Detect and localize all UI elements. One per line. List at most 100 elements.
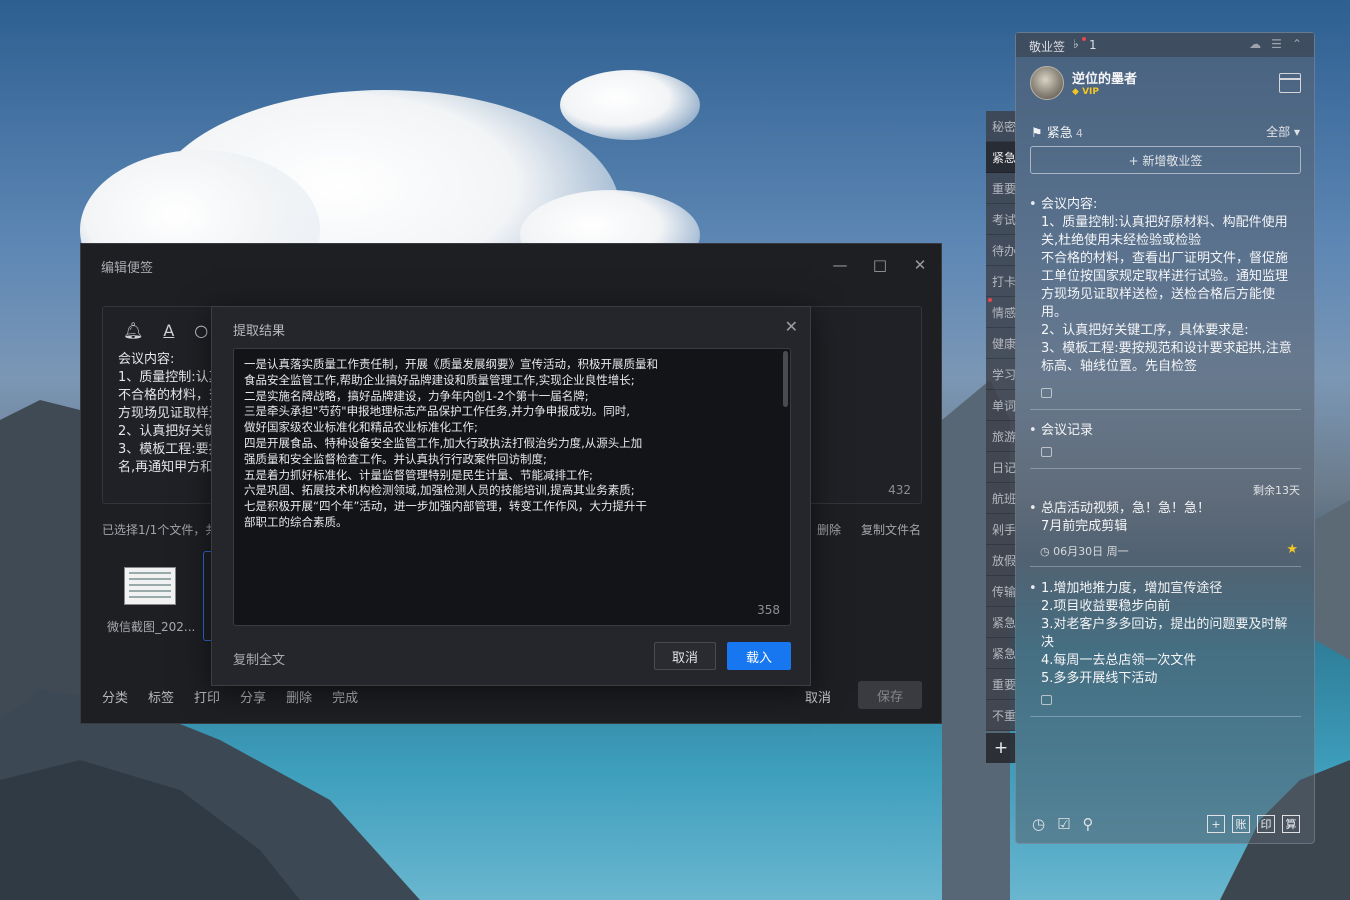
tab-travel[interactable]: 旅游	[986, 421, 1016, 452]
note-line: 2、认真把好关键	[118, 424, 218, 439]
circle-icon[interactable]: ○	[194, 321, 208, 340]
vip-label: VIP	[1082, 87, 1099, 97]
filter-dropdown[interactable]: 全部 ▾	[1266, 123, 1300, 140]
load-button[interactable]: 载入	[727, 642, 791, 670]
tab-checkin[interactable]: 打卡	[986, 266, 1016, 297]
note-item[interactable]: • 会议内容: 1、质量控制:认真把好原材料、构配件使用 关,杜绝使用未经检验或…	[1029, 196, 1303, 378]
editor-save-button[interactable]: 保存	[858, 681, 922, 709]
category-button[interactable]: 分类	[102, 687, 128, 706]
tab-diary[interactable]: 日记	[986, 452, 1016, 483]
tab-todo[interactable]: 待办	[986, 235, 1016, 266]
text-line: 七是积极开展“四个年”活动，进一步加强内部管理，转变工作作风，大力提升干	[244, 499, 647, 514]
add-category-button[interactable]: +	[986, 733, 1016, 763]
date-text: 06月30日 周一	[1053, 545, 1129, 558]
file-thumbnail[interactable]	[124, 567, 176, 605]
share-button[interactable]: 分享	[240, 687, 266, 706]
stamp-icon[interactable]: 印	[1257, 815, 1275, 833]
tab-study[interactable]: 学习	[986, 359, 1016, 390]
bell-icon[interactable]: 🔔︎	[123, 321, 143, 340]
cloud-sync-icon[interactable]: ☁	[1249, 37, 1261, 51]
tab-health[interactable]: 健康	[986, 328, 1016, 359]
bullet: •	[1029, 197, 1037, 212]
tag-button[interactable]: 标签	[148, 687, 174, 706]
tab-urgent[interactable]: 紧急	[986, 142, 1016, 173]
maximize-button[interactable]: □	[869, 254, 891, 276]
note-line: 工单位按国家规定取样进行试验。通知监理	[1041, 269, 1289, 284]
dialog-title: 提取结果	[233, 324, 286, 339]
add-icon[interactable]: +	[1207, 815, 1225, 833]
dialog-close-icon[interactable]: ✕	[785, 317, 798, 336]
text-line: 四是开展食品、特种设备安全监管工作,加大行政执法打假治劣力度,从源头上加	[244, 435, 643, 450]
note-item[interactable]: • 会议记录	[1029, 422, 1303, 440]
category-name: 紧急	[1046, 126, 1073, 141]
scrollbar[interactable]	[783, 351, 788, 407]
add-note-button[interactable]: + 新增敬业签	[1030, 146, 1301, 174]
note-line: 3.对老客户多多回访，提出的问题要及时解	[1041, 617, 1288, 632]
note-item[interactable]: • 总店活动视频，急！急！急！ 7月前完成剪辑	[1029, 500, 1303, 536]
search-icon[interactable]: ⚲	[1083, 815, 1094, 833]
text-line: 强质量和安全监督检查工作。并认真执行行政案件回访制度;	[244, 451, 547, 466]
tab-secret[interactable]: 秘密	[986, 111, 1016, 142]
tab-important-2[interactable]: 重要	[986, 669, 1016, 700]
tab-transfer[interactable]: 传输	[986, 576, 1016, 607]
menu-icon[interactable]: ☰	[1271, 37, 1282, 51]
text-line: 五是着力抓好标准化、计量监督管理特别是民生计量、节能减排工作;	[244, 467, 593, 482]
tab-urgent-3[interactable]: 紧急	[986, 638, 1016, 669]
note-content[interactable]: 会议内容: 1、质量控制:认真 不合格的材料，查 方现场见证取样送 2、认真把好…	[118, 351, 222, 477]
bottom-toolbar: 分类 标签 打印 分享 删除 完成	[102, 687, 358, 706]
tab-unimportant[interactable]: 不重	[986, 700, 1016, 731]
copy-filename-link[interactable]: 复制文件名	[861, 521, 921, 538]
font-icon[interactable]: A	[163, 321, 174, 340]
star-icon[interactable]: ★	[1286, 542, 1298, 557]
delete-button[interactable]: 删除	[286, 687, 312, 706]
current-category: ⚑ 紧急 4	[1031, 122, 1083, 141]
extracted-text-area[interactable]: 一是认真落实质量工作责任制，开展《质量发展纲要》宣传活动，积极开展质量和 食品安…	[233, 348, 791, 626]
collapse-icon[interactable]: ⌃	[1292, 37, 1302, 51]
note-item[interactable]: • 1.增加地推力度，增加宣传途径 2.项目收益要稳步向前 3.对老客户多多回访…	[1029, 580, 1303, 688]
tab-urgent-2[interactable]: 紧急	[986, 607, 1016, 638]
avatar[interactable]	[1030, 66, 1064, 100]
delete-file-link[interactable]: 删除	[817, 521, 841, 538]
calculator-icon[interactable]: 算	[1282, 815, 1300, 833]
user-name[interactable]: 逆位的墨者	[1072, 68, 1137, 87]
done-button[interactable]: 完成	[332, 687, 358, 706]
calendar-icon[interactable]	[1279, 73, 1301, 93]
clock-icon[interactable]: ◷	[1032, 815, 1045, 833]
note-line: 标高、轴线位置。先自检签	[1041, 359, 1198, 374]
tab-shopping[interactable]: 剁手	[986, 514, 1016, 545]
note-line: 7月前完成剪辑	[1041, 519, 1128, 534]
text-line: 六是巩固、拓展技术机构检测领域,加强检测人员的技能培训,提高其业务素质;	[244, 483, 635, 498]
tab-important[interactable]: 重要	[986, 173, 1016, 204]
divider	[1030, 716, 1301, 717]
note-line: 决	[1041, 635, 1055, 650]
copy-all-link[interactable]: 复制全文	[233, 649, 285, 668]
dialog-cancel-button[interactable]: 取消	[654, 642, 716, 670]
file-selection-info: 已选择1/1个文件，共	[102, 523, 218, 537]
footer-left-icons: ◷ ☑ ⚲	[1032, 815, 1094, 833]
divider	[1030, 468, 1301, 469]
tab-flight[interactable]: 航班	[986, 483, 1016, 514]
print-button[interactable]: 打印	[194, 687, 220, 706]
minimize-button[interactable]: —	[829, 254, 851, 276]
text-line: 部职工的综合素质。	[244, 514, 348, 529]
note-line: 会议内容:	[1041, 197, 1098, 212]
ledger-icon[interactable]: 账	[1232, 815, 1250, 833]
extracted-char-count: 358	[757, 603, 780, 617]
clock-icon: ◷	[1040, 545, 1050, 558]
tab-exam[interactable]: 考试	[986, 204, 1016, 235]
reminder-date: ◷ 06月30日 周一	[1040, 543, 1129, 559]
text-line: 一是认真落实质量工作责任制，开展《质量发展纲要》宣传活动，积极开展质量和	[244, 357, 658, 371]
checklist-icon[interactable]: ☑	[1057, 815, 1070, 833]
note-line: 名,再通知甲方和	[118, 460, 214, 475]
editor-cancel-button[interactable]: 取消	[805, 687, 831, 706]
header-icons: ☁ ☰ ⌃	[1249, 37, 1302, 51]
tab-emotion[interactable]: 情感	[986, 297, 1016, 328]
editor-toolbar: 🔔︎ A ○	[123, 321, 208, 340]
note-line: 会议记录	[1041, 423, 1094, 438]
close-button[interactable]: ✕	[909, 254, 931, 276]
notification-bell-icon[interactable]: ♭	[1073, 37, 1086, 51]
note-line: 方现场见证取样送	[118, 406, 223, 421]
note-line: 5.多多开展线下活动	[1041, 671, 1158, 686]
tab-words[interactable]: 单词	[986, 390, 1016, 421]
tab-holiday[interactable]: 放假	[986, 545, 1016, 576]
